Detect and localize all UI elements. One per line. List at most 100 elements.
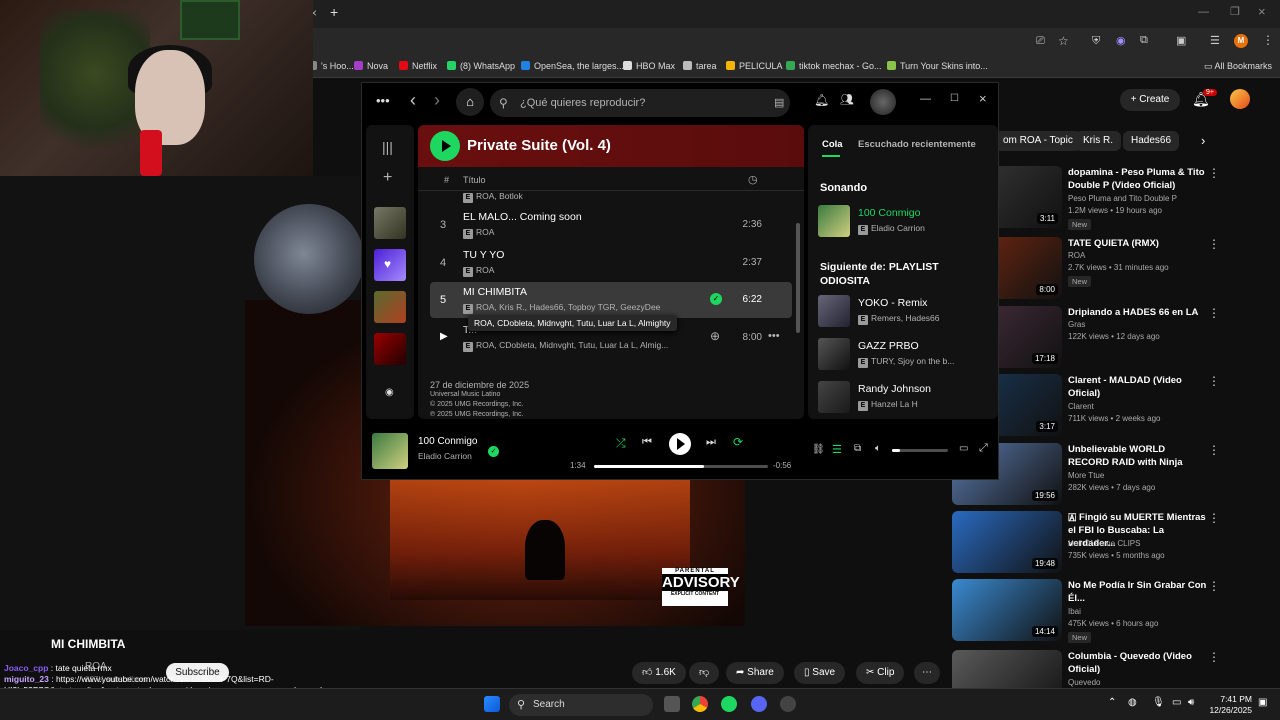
browse-icon[interactable]: ▤ bbox=[774, 89, 784, 117]
library-playlist-cover[interactable] bbox=[374, 333, 406, 365]
notification-center-icon[interactable]: ▣ bbox=[1258, 697, 1267, 708]
queue-item[interactable]: YOKO - Remix E Remers, Hades66 bbox=[818, 295, 996, 329]
library-icon[interactable]: ||| bbox=[382, 139, 393, 155]
repeat-icon[interactable]: ⟳ bbox=[733, 435, 743, 449]
chevron-up-icon[interactable]: ⌃ bbox=[1108, 697, 1116, 708]
player-title[interactable]: 100 Conmigo bbox=[418, 436, 477, 447]
recommendation-item[interactable]: 8:00 TATE QUIETA (RMX) ROA 2.7K views • 31 … bbox=[952, 237, 1272, 303]
puzzle-icon[interactable]: ⧉ bbox=[1140, 34, 1148, 47]
bookmark-item[interactable]: HBO Max bbox=[623, 61, 675, 71]
play-icon[interactable]: ▶ bbox=[440, 331, 448, 342]
more-options-icon[interactable]: ⋮ bbox=[1208, 166, 1220, 180]
more-options-icon[interactable]: ⋮ bbox=[1208, 579, 1220, 593]
maximize-icon[interactable]: ❐ bbox=[1230, 5, 1240, 18]
sidepanel-icon[interactable]: ▣ bbox=[1176, 34, 1186, 47]
bookmark-item[interactable]: Turn Your Skins into... bbox=[887, 61, 988, 71]
more-options-icon[interactable]: ⋮ bbox=[1208, 374, 1220, 388]
spotify-taskbar-icon[interactable] bbox=[721, 696, 737, 712]
track-more-icon[interactable]: ••• bbox=[768, 330, 780, 342]
close-icon[interactable]: × bbox=[979, 91, 987, 106]
library-playlist-cover[interactable] bbox=[374, 207, 406, 239]
shield-icon[interactable]: ⛨ bbox=[1092, 35, 1100, 48]
recommendation-title[interactable]: Clarent - MALDAD (Video Oficial) bbox=[1068, 374, 1208, 400]
bookmark-item[interactable]: tiktok mechax - Go... bbox=[786, 61, 882, 71]
recommendation-title[interactable]: Columbia - Quevedo (Video Oficial) bbox=[1068, 650, 1208, 676]
more-options-icon[interactable]: ⋮ bbox=[1208, 511, 1220, 525]
recommendation-channel[interactable]: Gras bbox=[1068, 320, 1085, 329]
more-options-icon[interactable]: ⋮ bbox=[1208, 237, 1220, 251]
recommendation-item[interactable]: 19:56 Unbelievable WORLD RECORD RAID with… bbox=[952, 443, 1272, 509]
create-button[interactable]: + Create bbox=[1120, 89, 1180, 111]
maximize-icon[interactable]: ☐ bbox=[950, 93, 959, 104]
saved-check-icon[interactable]: ✓ bbox=[488, 446, 499, 457]
link-icon[interactable]: ⛓ bbox=[812, 444, 825, 455]
queue-item[interactable]: GAZZ PRBO E TURY, Sjoy on the b... bbox=[818, 338, 996, 372]
close-window-icon[interactable]: × bbox=[1258, 4, 1266, 19]
all-bookmarks-button[interactable]: ▭ All Bookmarks bbox=[1204, 61, 1272, 72]
friends-icon[interactable]: 👥︎ bbox=[840, 93, 854, 106]
saved-check-icon[interactable]: ✓ bbox=[710, 293, 722, 305]
chevron-right-icon[interactable]: › bbox=[1193, 131, 1213, 151]
library-playlist-cover[interactable] bbox=[374, 291, 406, 323]
tray-app-icon[interactable]: ◍ bbox=[1128, 697, 1137, 708]
recommendation-item[interactable]: 3:11 dopamina - Peso Pluma & Tito Double … bbox=[952, 166, 1272, 232]
save-button[interactable]: ▯ Save bbox=[794, 662, 846, 684]
user-avatar[interactable] bbox=[1230, 89, 1250, 109]
player-artist[interactable]: Eladio Carrion bbox=[418, 451, 472, 461]
recommendation-item[interactable]: 3:17 Clarent - MALDAD (Video Oficial) Clar… bbox=[952, 374, 1272, 440]
app-taskbar-icon[interactable] bbox=[780, 696, 796, 712]
queue-icon[interactable]: ☰ bbox=[832, 443, 842, 456]
recommendation-item[interactable]: 14:14 No Me Podía Ir Sin Grabar Con Él...… bbox=[952, 579, 1272, 645]
chip[interactable]: om ROA - Topic bbox=[995, 131, 1081, 151]
search-input[interactable]: ⚲ ¿Qué quieres reproducir? ▤ bbox=[490, 89, 790, 117]
recommendation-title[interactable]: dopamina - Peso Pluma & Tito Double P (V… bbox=[1068, 166, 1208, 192]
more-actions-button[interactable]: ⋯ bbox=[914, 662, 940, 684]
chip[interactable]: Kris R. bbox=[1075, 131, 1121, 151]
discord-taskbar-icon[interactable] bbox=[751, 696, 767, 712]
chrome-menu-icon[interactable]: ⋮ bbox=[1262, 33, 1274, 47]
recommendation-title[interactable]: Unbelievable WORLD RECORD RAID with Ninj… bbox=[1068, 443, 1208, 469]
tab-queue[interactable]: Cola bbox=[822, 139, 843, 150]
more-options-icon[interactable]: ⋮ bbox=[1208, 306, 1220, 320]
next-icon[interactable]: ⏭︎ bbox=[706, 436, 716, 449]
like-button[interactable]: 👍︎ 1.6K bbox=[632, 662, 686, 684]
cast-icon[interactable]: ⎚ bbox=[1036, 35, 1045, 48]
notifications-icon[interactable]: 🔔︎ bbox=[814, 93, 829, 107]
bookmark-item[interactable]: Netflix bbox=[399, 61, 437, 71]
windows-start-icon[interactable] bbox=[484, 696, 500, 712]
track-row[interactable]: 3 EL MALO... Coming soon E ROA 2:36 bbox=[430, 207, 792, 243]
liked-songs-cover[interactable]: ♥ bbox=[374, 249, 406, 281]
shuffle-icon[interactable]: ⤮ bbox=[616, 436, 626, 451]
recommendation-title[interactable]: No Me Podía Ir Sin Grabar Con Él... bbox=[1068, 579, 1208, 605]
eye-icon[interactable]: ◉ bbox=[385, 387, 394, 398]
add-icon[interactable]: + bbox=[383, 169, 392, 187]
now-playing-item[interactable]: 100 Conmigo E Eladio Carrion bbox=[818, 205, 996, 239]
new-tab-icon[interactable]: + bbox=[330, 4, 338, 20]
recommendation-thumbnail[interactable]: 19:48 bbox=[952, 511, 1062, 573]
taskbar-search[interactable]: ⚲ Search bbox=[509, 694, 653, 716]
back-arrow-icon[interactable]: ‹ bbox=[410, 90, 416, 111]
chip[interactable]: Hades66 bbox=[1123, 131, 1180, 151]
queue-item[interactable]: Randy Johnson E Hanzel La H bbox=[818, 381, 996, 415]
spotify-avatar[interactable] bbox=[870, 89, 896, 115]
recommendation-thumbnail[interactable]: 14:14 bbox=[952, 579, 1062, 641]
mic-icon[interactable]: 🎙︎ bbox=[1152, 697, 1165, 708]
recommendation-channel[interactable]: Hall Of Fame CLIPS bbox=[1068, 539, 1140, 548]
tab-search-icon[interactable]: ☰ bbox=[1210, 34, 1220, 47]
recommendation-channel[interactable]: ROA bbox=[1068, 251, 1085, 260]
network-icon[interactable]: ▭ bbox=[1172, 697, 1181, 708]
recommendation-title[interactable]: Dripiando a HADES 66 en LA bbox=[1068, 306, 1208, 319]
more-options-icon[interactable]: ⋮ bbox=[1208, 650, 1220, 664]
recommendation-channel[interactable]: Quevedo bbox=[1068, 678, 1100, 687]
track-row[interactable]: 4 TU Y YO E ROA 2:37 bbox=[430, 245, 792, 281]
forward-arrow-icon[interactable]: › bbox=[434, 90, 440, 111]
bookmark-item[interactable]: 's Hoo... bbox=[308, 61, 354, 71]
fullscreen-icon[interactable]: ⤢ bbox=[979, 442, 988, 455]
recommendation-channel[interactable]: Clarent bbox=[1068, 402, 1094, 411]
minimize-icon[interactable]: — bbox=[920, 93, 931, 105]
play-pause-button[interactable] bbox=[669, 433, 691, 455]
clock[interactable]: 7:41 PM 12/26/2025 bbox=[1206, 694, 1252, 716]
minimize-icon[interactable]: — bbox=[1198, 6, 1209, 18]
bookmark-star-icon[interactable]: ☆ bbox=[1058, 34, 1069, 48]
bookmark-item[interactable]: PELICULA bbox=[726, 61, 783, 71]
